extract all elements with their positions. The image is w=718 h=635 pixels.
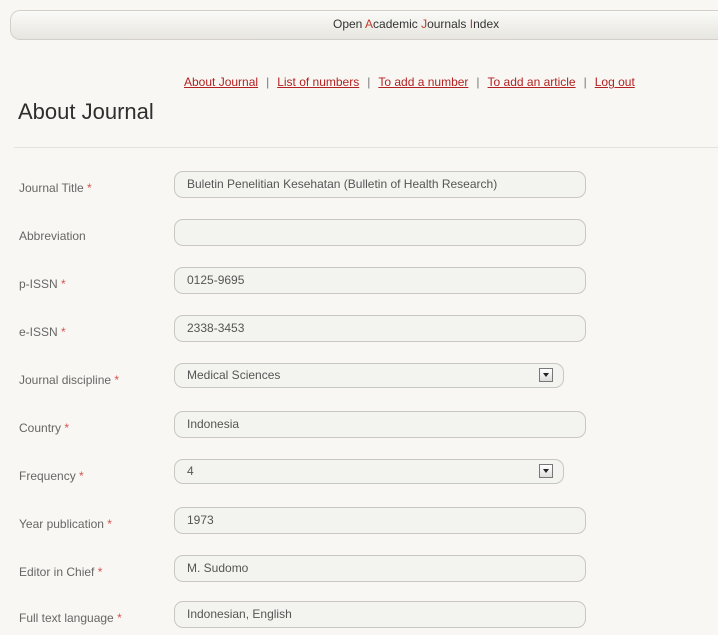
p-issn-label: p-ISSN * bbox=[19, 277, 66, 291]
required-marker: * bbox=[113, 611, 122, 625]
abbreviation-input[interactable] bbox=[174, 219, 586, 246]
journal-discipline-select[interactable]: Medical Sciences bbox=[174, 363, 564, 388]
p-issn-label-text: p-ISSN bbox=[19, 277, 58, 291]
country-input[interactable]: Indonesia bbox=[174, 411, 586, 438]
form-row-frequency: Frequency * 4 bbox=[0, 459, 718, 493]
editor-in-chief-label: Editor in Chief * bbox=[19, 565, 102, 579]
form-row-journal-title: Journal Title * Buletin Penelitian Keseha… bbox=[0, 171, 718, 205]
form-row-e-issn: e-ISSN * 2338-3453 bbox=[0, 315, 718, 349]
abbreviation-label: Abbreviation bbox=[19, 229, 86, 243]
required-marker: * bbox=[111, 373, 120, 387]
frequency-label: Frequency * bbox=[19, 469, 84, 483]
journal-form: Journal Title * Buletin Penelitian Keseha… bbox=[0, 0, 718, 628]
frequency-select[interactable]: 4 bbox=[174, 459, 564, 484]
required-marker: * bbox=[57, 277, 66, 291]
full-text-language-label: Full text language * bbox=[19, 611, 122, 625]
required-marker: * bbox=[61, 421, 70, 435]
form-row-full-text-language: Full text language * Indonesian, English bbox=[0, 601, 718, 635]
frequency-label-text: Frequency bbox=[19, 469, 76, 483]
e-issn-label: e-ISSN * bbox=[19, 325, 66, 339]
editor-in-chief-label-text: Editor in Chief bbox=[19, 565, 95, 579]
chevron-down-icon[interactable] bbox=[539, 368, 553, 382]
form-row-p-issn: p-ISSN * 0125-9695 bbox=[0, 267, 718, 301]
required-marker: * bbox=[83, 181, 92, 195]
required-marker: * bbox=[57, 325, 66, 339]
chevron-down-icon[interactable] bbox=[539, 464, 553, 478]
form-row-editor-in-chief: Editor in Chief * M. Sudomo bbox=[0, 555, 718, 589]
full-text-language-label-text: Full text language bbox=[19, 611, 114, 625]
form-row-abbreviation: Abbreviation bbox=[0, 219, 718, 253]
journal-title-input[interactable]: Buletin Penelitian Kesehatan (Bulletin o… bbox=[174, 171, 586, 198]
required-marker: * bbox=[75, 469, 84, 483]
form-row-year-publication: Year publication * 1973 bbox=[0, 507, 718, 541]
year-publication-label-text: Year publication bbox=[19, 517, 104, 531]
form-row-country: Country * Indonesia bbox=[0, 411, 718, 445]
journal-discipline-selected-value: Medical Sciences bbox=[187, 368, 281, 382]
country-label-text: Country bbox=[19, 421, 62, 435]
journal-discipline-label: Journal discipline * bbox=[19, 373, 119, 387]
form-row-journal-discipline: Journal discipline * Medical Sciences bbox=[0, 363, 718, 397]
p-issn-input[interactable]: 0125-9695 bbox=[174, 267, 586, 294]
e-issn-input[interactable]: 2338-3453 bbox=[174, 315, 586, 342]
journal-discipline-label-text: Journal discipline bbox=[19, 373, 112, 387]
editor-in-chief-input[interactable]: M. Sudomo bbox=[174, 555, 586, 582]
country-label: Country * bbox=[19, 421, 69, 435]
abbreviation-label-text: Abbreviation bbox=[19, 229, 86, 243]
year-publication-label: Year publication * bbox=[19, 517, 112, 531]
frequency-selected-value: 4 bbox=[187, 464, 194, 478]
journal-title-label-text: Journal Title bbox=[19, 181, 84, 195]
required-marker: * bbox=[94, 565, 103, 579]
journal-title-label: Journal Title * bbox=[19, 181, 92, 195]
year-publication-input[interactable]: 1973 bbox=[174, 507, 586, 534]
e-issn-label-text: e-ISSN bbox=[19, 325, 58, 339]
required-marker: * bbox=[103, 517, 112, 531]
